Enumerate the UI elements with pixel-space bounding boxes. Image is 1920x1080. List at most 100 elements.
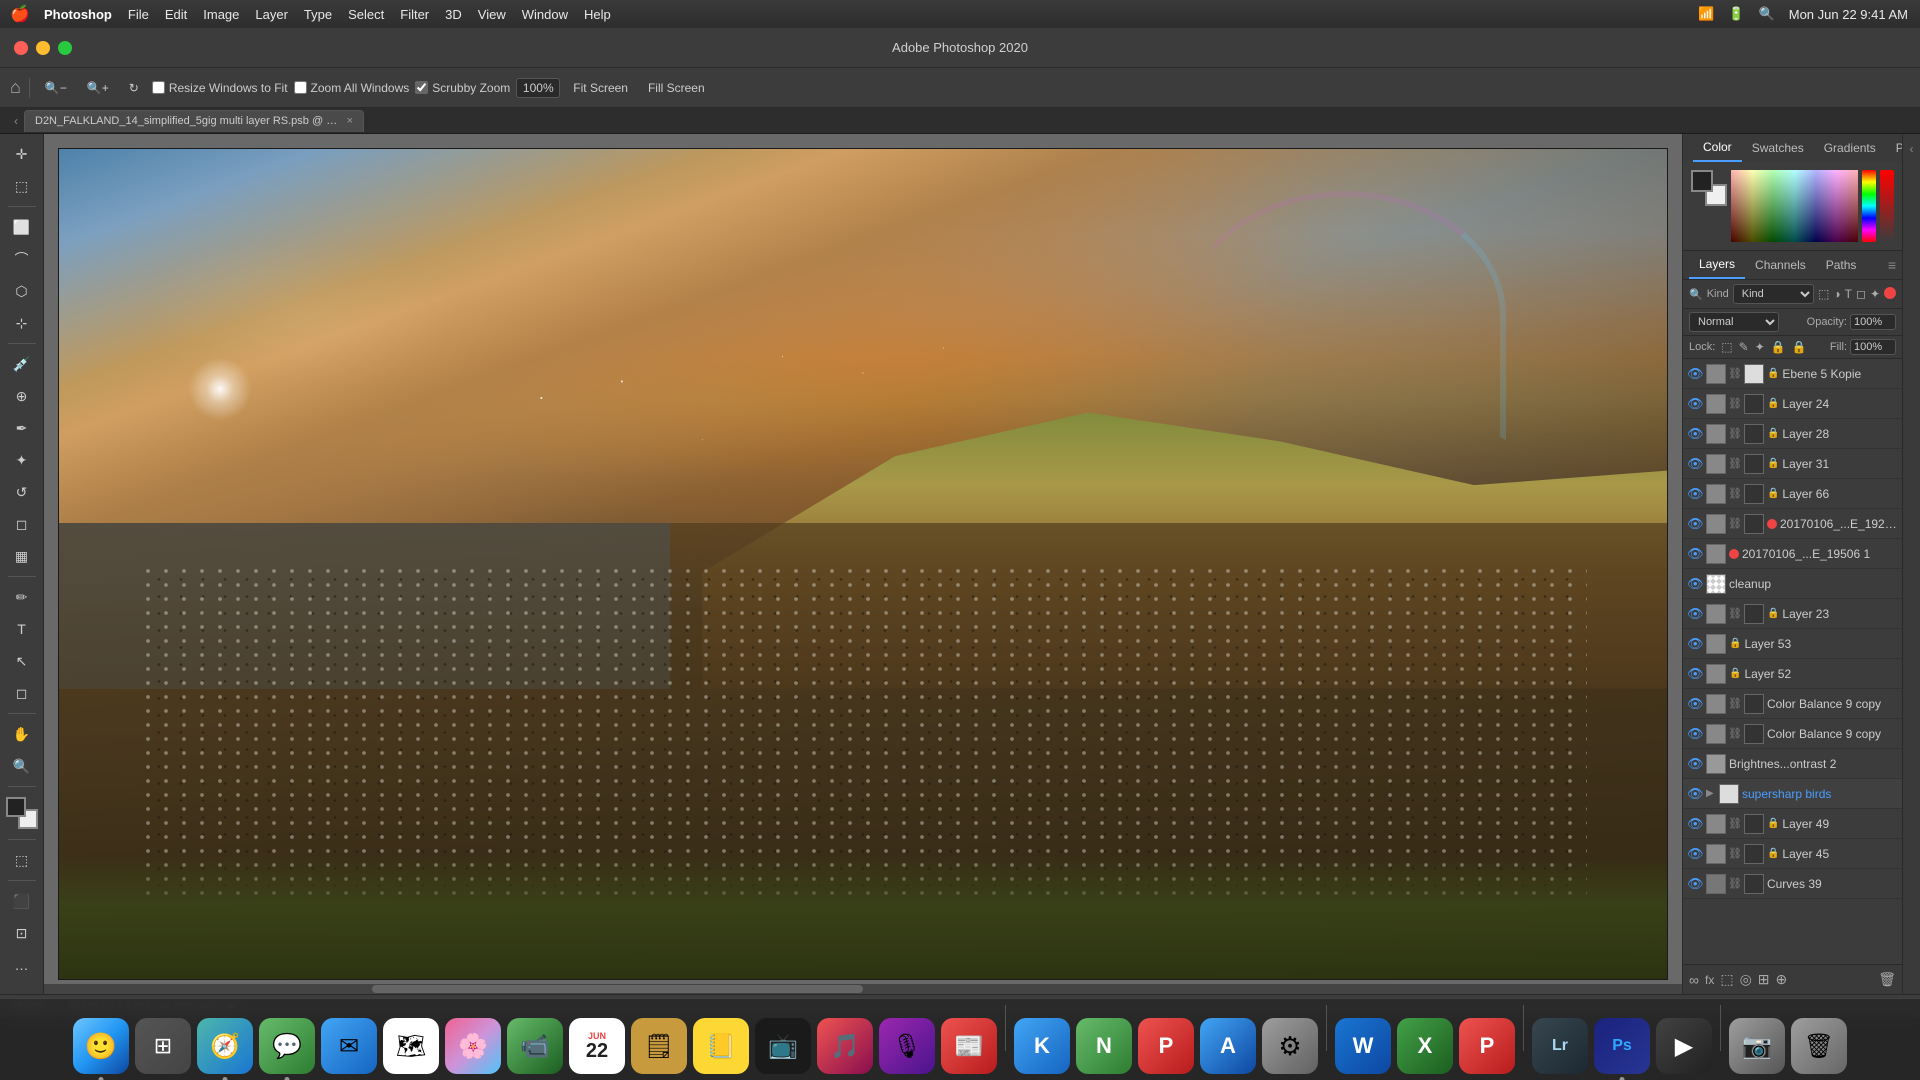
dock-item-trash[interactable]: 🗑 [1791,1018,1847,1074]
filter-adjust-icon[interactable]: ◑ [1833,287,1840,301]
close-button[interactable] [14,41,28,55]
lock-image-icon[interactable]: ✎ [1739,340,1749,354]
gradient-tool[interactable]: ▦ [6,542,38,570]
layer-fill-button[interactable]: ◎ [1740,971,1752,988]
dock-item-appstore[interactable]: A [1200,1018,1256,1074]
layer-item-ebene5[interactable]: 👁 ⛓ 🔒 Ebene 5 Kopie [1683,359,1902,389]
menu-filter[interactable]: Filter [400,7,429,22]
fill-input[interactable] [1850,339,1896,355]
hand-tool[interactable]: ✋ [6,720,38,748]
layer-item-layer23[interactable]: 👁 ⛓ 🔒 Layer 23 [1683,599,1902,629]
lasso-tool[interactable]: ⌒ [6,245,38,273]
hue-bar[interactable] [1862,170,1876,242]
layer-item-layer66[interactable]: 👁 ⛓ 🔒 Layer 66 [1683,479,1902,509]
menubar-search-icon[interactable]: 🔍 [1759,6,1775,22]
filter-kind-select[interactable]: Kind Name Effect [1733,284,1814,304]
maximize-button[interactable] [58,41,72,55]
strip-collapse-button[interactable]: ‹ [1908,138,1916,160]
filter-type-icon[interactable]: T [1845,287,1852,301]
layer-visibility-layer23[interactable]: 👁 [1687,606,1703,622]
object-selection-tool[interactable]: ⬡ [6,277,38,305]
dock-item-word[interactable]: W [1335,1018,1391,1074]
dock-item-imagecapture[interactable]: 📷 [1729,1018,1785,1074]
dock-item-lightroom[interactable]: Lr [1532,1018,1588,1074]
zoom-all-input[interactable] [294,81,307,94]
path-selection-tool[interactable]: ↖ [6,647,38,675]
canvas-hscroll-thumb[interactable] [372,985,863,993]
dock-item-podcasts[interactable]: 🎙 [879,1018,935,1074]
foreground-swatch[interactable] [1691,170,1713,192]
frame-tool[interactable]: ⊡ [6,919,38,947]
fill-screen-button[interactable]: Fill Screen [641,78,712,98]
layer-visibility-layer66[interactable]: 👁 [1687,486,1703,502]
layer-item-cleanup[interactable]: 👁 cleanup [1683,569,1902,599]
layer-item-layer49[interactable]: 👁 ⛓ 🔒 Layer 49 [1683,809,1902,839]
minimize-button[interactable] [36,41,50,55]
layer-visibility-layer45[interactable]: 👁 [1687,846,1703,862]
resize-windows-checkbox[interactable]: Resize Windows to Fit [152,81,288,95]
dock-item-maps[interactable]: 🗺 [383,1018,439,1074]
more-tools[interactable]: … [6,951,38,979]
quick-mask-tool[interactable]: ⬚ [6,846,38,874]
layer-visibility-brightness[interactable]: 👁 [1687,756,1703,772]
layer-item-layer45[interactable]: 👁 ⛓ 🔒 Layer 45 [1683,839,1902,869]
layers-tab-layers[interactable]: Layers [1689,251,1745,279]
eyedropper-tool[interactable]: 💉 [6,350,38,378]
fit-screen-button[interactable]: Fit Screen [566,78,635,98]
layer-visibility-supersharp[interactable]: 👁 [1687,786,1703,802]
app-name[interactable]: Photoshop [44,7,112,22]
lock-transparent-icon[interactable]: ⬚ [1721,340,1732,354]
layer-item-layer28[interactable]: 👁 ⛓ 🔒 Layer 28 [1683,419,1902,449]
zoom-input[interactable] [516,78,560,98]
scrubby-zoom-checkbox[interactable]: Scrubby Zoom [415,81,510,95]
layer-group-button[interactable]: ⊞ [1758,971,1770,988]
zoom-out-button[interactable]: 🔍− [38,78,74,98]
layer-visibility-19275[interactable]: 👁 [1687,516,1703,532]
layer-item-19275[interactable]: 👁 ⛓ 20170106_...E_19275 1 [1683,509,1902,539]
dock-item-safari[interactable]: 🧭 [197,1018,253,1074]
home-icon[interactable]: ⌂ [10,77,21,98]
menu-type[interactable]: Type [304,7,332,22]
layer-visibility-colorbal1[interactable]: 👁 [1687,696,1703,712]
dock-item-appletv[interactable]: 📺 [755,1018,811,1074]
lock-position-icon[interactable]: 🔒 [1771,340,1786,354]
dock-item-sysprefs[interactable]: ⚙ [1262,1018,1318,1074]
dock-item-notes[interactable]: 📒 [693,1018,749,1074]
move-tool[interactable]: ✛ [6,140,38,168]
menu-window[interactable]: Window [522,7,568,22]
dock-item-excel[interactable]: X [1397,1018,1453,1074]
zoom-tool[interactable]: 🔍 [6,752,38,780]
opacity-input[interactable] [1850,314,1896,330]
layers-tab-channels[interactable]: Channels [1745,252,1816,278]
menu-image[interactable]: Image [203,7,239,22]
screen-mode-tool[interactable]: ⬛ [6,887,38,915]
tab-close-button[interactable]: × [347,115,353,127]
layer-visibility-layer28[interactable]: 👁 [1687,426,1703,442]
layer-item-layer24[interactable]: 👁 ⛓ 🔒 Layer 24 [1683,389,1902,419]
tab-arrow-left[interactable]: ‹ [8,112,24,130]
lock-all-icon[interactable]: 🔒 [1792,340,1807,354]
canvas-horizontal-scrollbar[interactable] [44,984,1682,994]
layer-link-button[interactable]: ∞ [1689,972,1699,988]
dock-item-photoshop[interactable]: Ps [1594,1018,1650,1074]
layer-visibility-layer31[interactable]: 👁 [1687,456,1703,472]
artboard-tool[interactable]: ⬚ [6,172,38,200]
lock-artboard-icon[interactable]: ✦ [1755,340,1765,354]
dock-item-calendar[interactable]: JUN 22 [569,1018,625,1074]
layers-panel-menu-icon[interactable]: ≡ [1888,257,1896,273]
alpha-bar[interactable] [1880,170,1894,242]
layer-item-layer53[interactable]: 👁 🔒 Layer 53 [1683,629,1902,659]
filter-shape-icon[interactable]: ◻ [1856,287,1866,301]
layers-list[interactable]: 👁 ⛓ 🔒 Ebene 5 Kopie 👁 [1683,359,1902,964]
dock-item-news[interactable]: 📰 [941,1018,997,1074]
menu-3d[interactable]: 3D [445,7,462,22]
layer-item-19506[interactable]: 👁 20170106_...E_19506 1 [1683,539,1902,569]
brush-tool[interactable]: ✒ [6,414,38,442]
dock-item-mail[interactable]: ✉ [321,1018,377,1074]
dock-item-messages[interactable]: 💬 [259,1018,315,1074]
blend-mode-select[interactable]: Normal Multiply Screen Overlay [1689,312,1779,332]
zoom-cycle-button[interactable]: ↻ [122,78,146,98]
layer-expand-supersharp[interactable]: ▶ [1706,788,1716,799]
layer-new-button[interactable]: ⊕ [1776,971,1788,988]
layer-visibility-cleanup[interactable]: 👁 [1687,576,1703,592]
